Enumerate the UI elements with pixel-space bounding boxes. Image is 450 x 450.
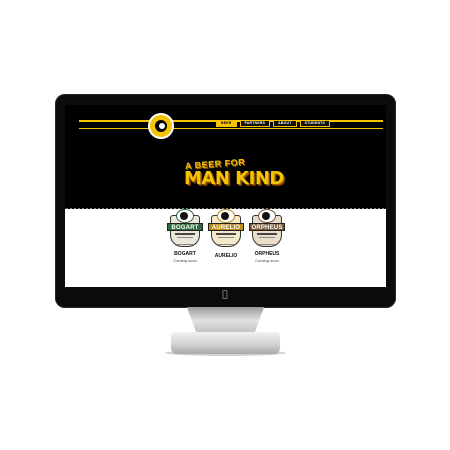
- badge-lines: [177, 237, 193, 245]
- monitor: Beer Partners About Students A BEER FOR …: [55, 94, 396, 308]
- website-screen: Beer Partners About Students A BEER FOR …: [65, 105, 386, 287]
- badge-lines: [259, 237, 275, 245]
- badge-subtitle: [175, 233, 195, 235]
- nav-bottom-line: [79, 128, 383, 129]
- badge-logo-icon: [221, 212, 229, 220]
- badge-label: BOGART: [167, 223, 203, 231]
- beer-badge[interactable]: ORPHEUS: [249, 209, 285, 249]
- beer-name: BOGART: [174, 251, 196, 257]
- nav-item-partners[interactable]: Partners: [239, 120, 271, 127]
- badge-lines: [218, 237, 234, 245]
- main-nav: Beer Partners About Students: [216, 120, 331, 127]
- apple-logo-icon: : [220, 290, 230, 300]
- hero-title: MAN KIND: [184, 168, 284, 189]
- badge-logo-icon: [180, 212, 188, 220]
- brand-logo-icon[interactable]: [148, 113, 174, 139]
- nav-item-about[interactable]: About: [273, 120, 297, 127]
- nav-item-beer[interactable]: Beer: [216, 120, 237, 127]
- badge-label: ORPHEUS: [249, 223, 285, 231]
- badge-logo-icon: [262, 212, 270, 220]
- beer-name: AURELIO: [214, 253, 238, 259]
- logo-dot: [159, 123, 165, 129]
- beer-status: Coming soon: [255, 258, 279, 263]
- beer-card-orpheus[interactable]: ORPHEUS ORPHEUS Coming soon: [247, 209, 287, 263]
- beer-badge[interactable]: BOGART: [167, 209, 203, 249]
- nav-item-students[interactable]: Students: [299, 120, 331, 127]
- badge-subtitle: [216, 233, 236, 235]
- beer-status: Coming soon: [173, 258, 197, 263]
- beer-badge[interactable]: AURELIO: [208, 209, 244, 249]
- beer-name: ORPHEUS: [254, 251, 280, 257]
- beer-list: BOGART BOGART Coming soon AURELIO AURELI…: [65, 209, 386, 287]
- monitor-stand-base: [171, 332, 280, 354]
- beer-card-bogart[interactable]: BOGART BOGART Coming soon: [165, 209, 205, 263]
- beer-card-aurelio[interactable]: AURELIO AURELIO: [206, 209, 246, 260]
- badge-label: AURELIO: [208, 223, 244, 231]
- badge-subtitle: [257, 233, 277, 235]
